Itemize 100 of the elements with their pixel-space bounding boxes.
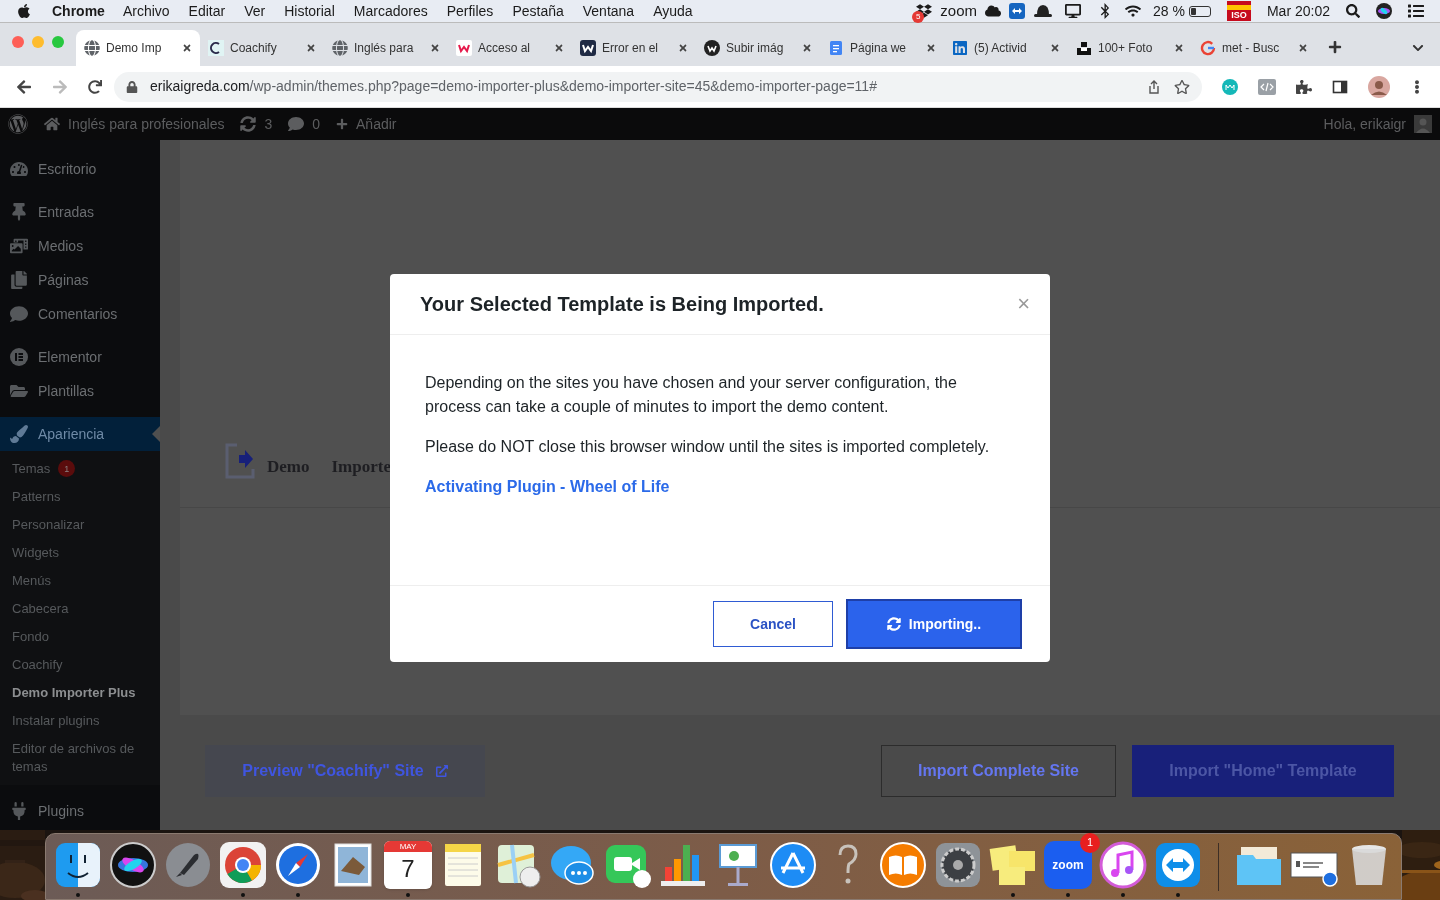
gear-icon[interactable] bbox=[934, 840, 982, 889]
apple-icon[interactable] bbox=[16, 3, 32, 19]
submenu-item[interactable]: Widgets bbox=[0, 539, 160, 567]
menu-item[interactable]: Archivo bbox=[122, 0, 170, 22]
browser-tab[interactable]: Coachify bbox=[200, 30, 324, 66]
browser-tab[interactable]: 100+ Foto bbox=[1068, 30, 1192, 66]
greeting-link[interactable]: Hola, erikaigr bbox=[1323, 113, 1406, 135]
browser-tab[interactable]: Página we bbox=[820, 30, 944, 66]
search-icon[interactable] bbox=[1346, 4, 1360, 18]
orb-icon[interactable] bbox=[1376, 3, 1392, 19]
sidebar-item[interactable]: Páginas bbox=[0, 263, 160, 297]
importing-button[interactable]: Importing.. bbox=[846, 599, 1022, 649]
screen-mirroring-icon[interactable] bbox=[1065, 3, 1082, 19]
music-note-icon[interactable] bbox=[1099, 840, 1147, 889]
browser-tab[interactable]: Subir imág bbox=[696, 30, 820, 66]
browser-tab[interactable]: Acceso al bbox=[448, 30, 572, 66]
close-icon[interactable] bbox=[306, 43, 316, 53]
plus-icon[interactable] bbox=[336, 118, 349, 130]
orb-icon[interactable] bbox=[109, 840, 157, 889]
submenu-item[interactable]: Personalizar bbox=[0, 511, 160, 539]
bowler-hat-icon[interactable] bbox=[1033, 3, 1054, 19]
sidebar-item[interactable]: Plugins bbox=[0, 794, 160, 828]
browser-tab[interactable]: Inglés para bbox=[324, 30, 448, 66]
back-icon[interactable] bbox=[16, 78, 32, 95]
share-icon[interactable] bbox=[1146, 78, 1162, 95]
submenu-item[interactable]: Patterns bbox=[0, 483, 160, 511]
sidebar-item[interactable]: Escritorio bbox=[0, 152, 160, 186]
close-icon[interactable] bbox=[802, 43, 812, 53]
app-store-icon[interactable] bbox=[769, 840, 817, 889]
submenu-item[interactable]: Cabecera bbox=[0, 595, 160, 623]
submenu-item[interactable]: Instalar plugins bbox=[0, 707, 160, 735]
new-content-link[interactable]: Añadir bbox=[356, 113, 397, 135]
new-tab-icon[interactable] bbox=[1328, 40, 1342, 54]
list-icon[interactable] bbox=[1408, 3, 1424, 19]
wifi-icon[interactable] bbox=[1125, 3, 1142, 19]
menu-item[interactable]: Marcadores bbox=[353, 0, 428, 22]
c-logo-icon bbox=[208, 40, 224, 56]
submenu-item[interactable]: Fondo bbox=[0, 623, 160, 651]
tab-title: Inglés para bbox=[354, 40, 415, 57]
cloud-icon[interactable] bbox=[985, 3, 1002, 19]
battery-icon[interactable] bbox=[1188, 5, 1211, 17]
sidebar-item[interactable]: Plantillas bbox=[0, 374, 160, 408]
book-icon[interactable] bbox=[879, 840, 927, 889]
globe-icon bbox=[84, 40, 100, 56]
browser-tab[interactable]: met - Busc bbox=[1192, 30, 1316, 66]
close-icon[interactable] bbox=[678, 43, 688, 53]
submenu-item[interactable]: Coachify bbox=[0, 651, 160, 679]
compass-icon[interactable] bbox=[274, 840, 322, 889]
calendar-icon[interactable]: MAY 7 bbox=[384, 840, 432, 889]
cancel-button[interactable]: Cancel bbox=[713, 601, 833, 647]
avatar[interactable] bbox=[1368, 75, 1390, 98]
menu-item[interactable]: Historial bbox=[284, 0, 335, 22]
address-bar[interactable]: erikaigreda.com/wp-admin/themes.php?page=demo-importer-plus&demo-importer-site=45&demo-importer-page=11# bbox=[114, 71, 1202, 102]
browser-tab[interactable]: Demo Imp bbox=[76, 30, 200, 66]
browser-tab[interactable]: Error en el bbox=[572, 30, 696, 66]
submenu-item[interactable]: Editor de archivos de temas bbox=[0, 735, 160, 781]
close-icon[interactable] bbox=[182, 43, 192, 53]
extensions-icon[interactable] bbox=[1296, 78, 1312, 95]
updates-icon[interactable] bbox=[240, 116, 257, 132]
smiling-face-icon[interactable] bbox=[54, 840, 102, 889]
updates-count[interactable]: 3 bbox=[264, 113, 273, 135]
browser-logo-icon[interactable] bbox=[219, 840, 267, 889]
wordpress-icon[interactable] bbox=[8, 114, 28, 134]
reload-icon[interactable] bbox=[88, 79, 102, 94]
browser-tab[interactable]: (5) Activid bbox=[944, 30, 1068, 66]
comment-icon[interactable] bbox=[288, 116, 305, 132]
close-icon[interactable] bbox=[926, 43, 936, 53]
submenu-item[interactable]: Temas 1 bbox=[0, 455, 160, 483]
close-icon[interactable] bbox=[554, 43, 564, 53]
clock[interactable]: Mar 20:02 bbox=[1266, 0, 1330, 22]
sidebar-item[interactable]: Elementor bbox=[0, 340, 160, 374]
submenu-item[interactable]: Demo Importer Plus bbox=[0, 679, 160, 707]
comments-count[interactable]: 0 bbox=[312, 113, 321, 135]
menu-item[interactable]: Ayuda bbox=[653, 0, 693, 22]
sidebar-item[interactable]: Apariencia bbox=[0, 417, 160, 451]
document-icon bbox=[828, 40, 844, 56]
code-icon[interactable] bbox=[1258, 78, 1276, 95]
close-button[interactable]: × bbox=[1017, 293, 1030, 315]
dialog-title: Your Selected Template is Being Imported. bbox=[420, 292, 825, 317]
close-icon[interactable] bbox=[1174, 43, 1184, 53]
menu-item[interactable]: Ver bbox=[244, 0, 266, 22]
side-panel-icon[interactable] bbox=[1332, 78, 1348, 95]
submenu-item[interactable]: Menús bbox=[0, 567, 160, 595]
rocket-icon[interactable] bbox=[164, 840, 212, 889]
close-icon[interactable] bbox=[430, 43, 440, 53]
menu-item[interactable]: Pestaña bbox=[512, 0, 564, 22]
menu-item[interactable]: Ventana bbox=[582, 0, 635, 22]
chevron-down-icon[interactable] bbox=[1412, 42, 1424, 54]
menu-status-item[interactable]: zoom bbox=[940, 0, 978, 23]
menu-item[interactable]: Editar bbox=[188, 0, 226, 22]
home-icon[interactable] bbox=[44, 116, 60, 132]
sidebar-item[interactable]: Medios bbox=[0, 229, 160, 263]
site-name-link[interactable]: Inglés para profesionales bbox=[68, 113, 225, 135]
close-icon[interactable] bbox=[1050, 43, 1060, 53]
sidebar-item[interactable]: Comentarios bbox=[0, 297, 160, 331]
menu-item[interactable]: Perfiles bbox=[446, 0, 494, 22]
close-icon[interactable] bbox=[1298, 43, 1308, 53]
bookmark-star-icon[interactable] bbox=[1174, 78, 1190, 95]
sidebar-item[interactable]: Entradas bbox=[0, 195, 160, 229]
menu-app-name[interactable]: Chrome bbox=[52, 0, 105, 22]
